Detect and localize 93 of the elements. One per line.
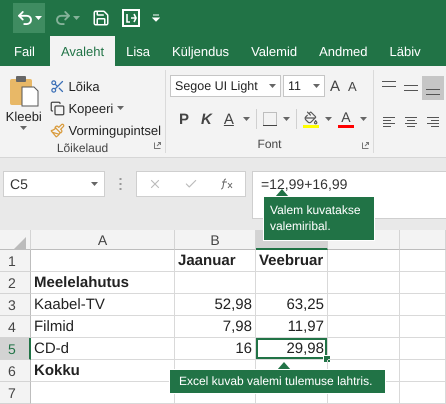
borders-icon[interactable] — [262, 112, 277, 126]
caret-icon[interactable] — [91, 182, 98, 186]
table-cell[interactable]: 11,97 — [256, 316, 328, 338]
ribbon-tab[interactable]: Lisa — [115, 36, 161, 66]
align-icon[interactable] — [426, 89, 440, 95]
copy-icon[interactable] — [50, 100, 64, 116]
align-icon[interactable] — [382, 116, 396, 128]
table-cell[interactable] — [328, 272, 400, 294]
dialog-launcher-icon[interactable] — [154, 142, 161, 149]
align-icon[interactable] — [404, 85, 418, 91]
align-icon[interactable] — [382, 81, 396, 87]
table-cell[interactable]: 16 — [175, 338, 256, 360]
ribbon-tab[interactable]: Avaleht — [50, 36, 116, 66]
table-cell[interactable]: Veebruar — [256, 250, 328, 272]
cut-button[interactable]: Lõika — [50, 75, 161, 97]
caret-icon[interactable] — [269, 84, 276, 88]
table-cell[interactable]: 29,98 — [256, 338, 328, 360]
fill-handle[interactable] — [323, 355, 331, 363]
ribbon-tab[interactable]: Andmed — [308, 36, 378, 66]
table-cell[interactable] — [328, 338, 400, 360]
row-header[interactable]: 7 — [0, 382, 31, 404]
table-cell[interactable]: Filmid — [31, 316, 175, 338]
font-name-dropdown[interactable]: Segoe UI Light — [170, 75, 281, 97]
caret-icon[interactable] — [360, 117, 367, 121]
caret-icon[interactable] — [35, 16, 42, 20]
table-cell[interactable] — [31, 250, 175, 272]
caret-icon[interactable] — [324, 117, 332, 121]
row-header[interactable]: 6 — [0, 360, 31, 382]
caret-icon[interactable] — [20, 126, 28, 130]
save-icon[interactable] — [92, 9, 110, 27]
table-cell[interactable] — [175, 272, 256, 294]
undo-button[interactable] — [13, 3, 45, 33]
format-painter-button[interactable]: Vormingupintsel — [50, 119, 161, 141]
align-icon[interactable] — [404, 116, 418, 128]
table-cell[interactable] — [400, 360, 446, 382]
table-cell[interactable] — [400, 382, 446, 404]
table-cell[interactable] — [328, 294, 400, 316]
underline-button[interactable]: A — [220, 110, 237, 128]
caret-icon[interactable] — [242, 117, 250, 121]
table-cell[interactable]: Kaabel-TV — [31, 294, 175, 316]
name-box[interactable]: C5 — [3, 171, 105, 197]
align-button[interactable] — [422, 76, 444, 100]
shrink-font-button[interactable]: A — [345, 78, 360, 94]
table-cell[interactable] — [400, 272, 446, 294]
paint-bucket-icon[interactable] — [304, 110, 318, 124]
ribbon-tab[interactable]: Valemid — [240, 36, 308, 66]
corner-triangle-icon — [14, 236, 26, 248]
caret-icon[interactable] — [282, 117, 290, 121]
paste-button[interactable]: Kleebi — [4, 75, 44, 141]
ribbon-tab[interactable]: Läbiv — [378, 36, 432, 66]
italic-button[interactable]: K — [198, 110, 215, 128]
undo-icon[interactable] — [16, 9, 34, 27]
row-header[interactable]: 4 — [0, 316, 31, 338]
table-cell[interactable]: 52,98 — [175, 294, 256, 316]
column-header[interactable]: A — [31, 230, 175, 250]
callout-tooltip: Excel kuvab valemi tulemuse lahtris. — [169, 362, 386, 394]
bold-button[interactable]: P — [176, 110, 192, 128]
table-cell[interactable]: Jaanuar — [175, 250, 256, 272]
touch-mode-icon[interactable] — [122, 9, 140, 27]
ribbon-tab[interactable]: Küljendus — [160, 36, 240, 66]
fill-color-button[interactable] — [302, 110, 319, 128]
copy-button[interactable]: Kopeeri — [50, 97, 161, 119]
font-color-button[interactable]: A — [338, 110, 354, 128]
table-cell[interactable] — [400, 250, 446, 272]
table-cell[interactable] — [400, 316, 446, 338]
scissors-icon[interactable] — [50, 78, 64, 94]
table-cell[interactable] — [328, 316, 400, 338]
table-cell[interactable] — [256, 272, 328, 294]
customize-icon[interactable] — [152, 14, 160, 22]
caret-icon[interactable] — [117, 106, 124, 110]
table-cell[interactable] — [400, 294, 446, 316]
ribbon-tab[interactable]: Fail — [4, 36, 45, 66]
row-header[interactable]: 3 — [0, 294, 31, 316]
table-cell[interactable] — [400, 338, 446, 360]
dialog-launcher-icon[interactable] — [362, 142, 369, 149]
font-size-dropdown[interactable]: 11 — [283, 75, 325, 97]
grow-font-button[interactable]: A — [327, 78, 344, 94]
align-icon[interactable] — [426, 116, 440, 128]
caret-icon[interactable] — [313, 84, 320, 88]
table-cell[interactable]: 63,25 — [256, 294, 328, 316]
table-cell[interactable]: Meelelahutus — [31, 272, 175, 294]
group-label: Lõikelaud — [56, 141, 108, 155]
column-header[interactable]: B — [175, 230, 256, 250]
function-icon[interactable] — [220, 178, 234, 190]
group-label: Font — [257, 137, 282, 151]
table-cell[interactable]: CD-d — [31, 338, 175, 360]
row-header[interactable]: 5 — [0, 338, 31, 360]
row-header[interactable]: 2 — [0, 272, 31, 294]
table-cell[interactable]: 7,98 — [175, 316, 256, 338]
grip-icon — [119, 178, 122, 190]
row-header[interactable]: 1 — [0, 250, 31, 272]
table-cell[interactable] — [328, 250, 400, 272]
clipboard-icon[interactable] — [8, 75, 39, 107]
